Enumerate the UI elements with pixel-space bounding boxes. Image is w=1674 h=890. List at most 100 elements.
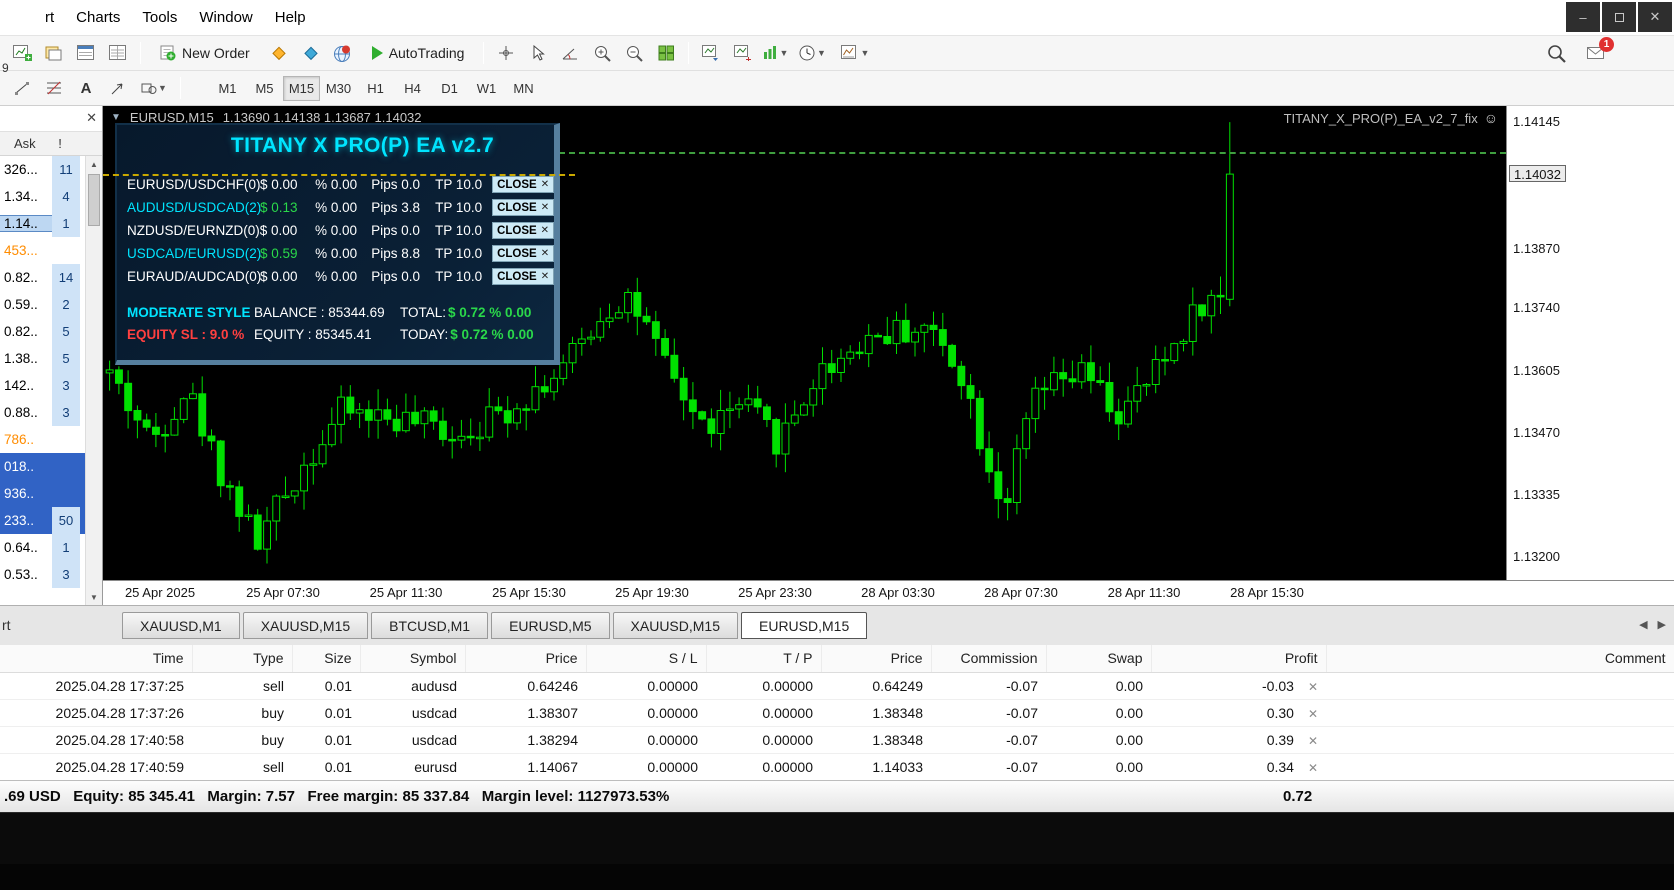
scrollbar-thumb[interactable] (88, 174, 100, 226)
market-watch-icon[interactable] (72, 40, 100, 66)
column-header-commission[interactable]: Commission (931, 645, 1046, 672)
market-watch-row[interactable]: 453... (0, 237, 85, 264)
column-header-swap[interactable]: Swap (1046, 645, 1151, 672)
indicators-dropdown-icon[interactable]: ▼ (761, 40, 789, 66)
market-watch-row[interactable]: 0.82..14 (0, 264, 85, 291)
close-button[interactable]: ✕ (1638, 2, 1672, 32)
trade-row[interactable]: 2025.04.28 17:40:58buy0.01usdcad1.382940… (0, 726, 1674, 753)
close-trade-button[interactable]: CLOSE✕ (492, 222, 554, 239)
column-header-profit[interactable]: Profit (1151, 645, 1326, 672)
market-watch-row[interactable]: 0.53..3 (0, 561, 85, 588)
close-trade-button[interactable]: CLOSE✕ (492, 199, 554, 216)
menu-window[interactable]: Window (188, 1, 263, 34)
column-header-ask[interactable]: Ask (0, 136, 48, 151)
close-trade-button[interactable]: CLOSE✕ (492, 245, 554, 262)
market-watch-row[interactable]: 936.. (0, 480, 85, 507)
close-order-icon[interactable]: ✕ (1308, 734, 1318, 748)
chart-tab-btcusd-m1[interactable]: BTCUSD,M1 (371, 612, 488, 639)
market-watch-scrollbar[interactable]: ▲ ▼ (85, 156, 102, 605)
chart-tab-eurusd-m5[interactable]: EURUSD,M5 (491, 612, 609, 639)
panel-close-icon[interactable]: ✕ (86, 110, 97, 126)
chart-tab-xauusd-m1[interactable]: XAUUSD,M1 (122, 612, 240, 639)
market-watch-row[interactable]: 233..50 (0, 507, 85, 534)
timeframe-m1[interactable]: M1 (209, 76, 246, 101)
market-watch-row[interactable]: 1.38..5 (0, 345, 85, 372)
close-order-icon[interactable]: ✕ (1308, 707, 1318, 721)
menu-fragment[interactable]: rt (34, 1, 65, 34)
templates-dropdown-icon[interactable]: ▼ (835, 40, 875, 66)
arrow-tool-icon[interactable] (104, 75, 132, 101)
column-header-sl[interactable]: S / L (586, 645, 706, 672)
column-header-type[interactable]: Type (192, 645, 292, 672)
trade-row[interactable]: 2025.04.28 17:40:59sell0.01eurusd1.14067… (0, 753, 1674, 780)
profiles-icon[interactable] (40, 40, 68, 66)
globe-icon[interactable] (329, 40, 357, 66)
tab-scroll-right-icon[interactable]: ▶ (1658, 618, 1666, 631)
menu-charts[interactable]: Charts (65, 1, 131, 34)
timeframe-d1[interactable]: D1 (431, 76, 468, 101)
menu-tools[interactable]: Tools (131, 1, 188, 34)
crosshair-icon[interactable] (492, 40, 520, 66)
zoom-in-icon[interactable] (588, 40, 616, 66)
market-watch-row[interactable]: 326...11 (0, 156, 85, 183)
timeframe-m30[interactable]: M30 (320, 76, 357, 101)
market-watch-row[interactable]: 018.. (0, 453, 85, 480)
timeframe-m5[interactable]: M5 (246, 76, 283, 101)
timeframe-mn[interactable]: MN (505, 76, 542, 101)
timeframe-w1[interactable]: W1 (468, 76, 505, 101)
column-header-tp[interactable]: T / P (706, 645, 821, 672)
column-header-symbol[interactable]: Symbol (360, 645, 465, 672)
market-watch-row[interactable]: 0.59..2 (0, 291, 85, 318)
market-watch-row[interactable]: 0.82..5 (0, 318, 85, 345)
chart-tab-eurusd-m15[interactable]: EURUSD,M15 (741, 612, 867, 639)
column-header-open-price[interactable]: Price (465, 645, 586, 672)
column-header-comment[interactable]: Comment (1326, 645, 1674, 672)
close-trade-button[interactable]: CLOSE✕ (492, 268, 554, 285)
notifications-icon[interactable]: 1 (1582, 40, 1610, 66)
scroll-up-icon[interactable]: ▲ (86, 156, 102, 172)
market-watch-row[interactable]: 1.34..4 (0, 183, 85, 210)
tile-windows-icon[interactable] (652, 40, 680, 66)
column-header-size[interactable]: Size (292, 645, 360, 672)
collapse-icon[interactable]: ▼ (111, 112, 121, 123)
auto-scroll-icon[interactable] (697, 40, 725, 66)
menu-help[interactable]: Help (264, 1, 317, 34)
time-axis[interactable]: 25 Apr 202525 Apr 07:3025 Apr 11:3025 Ap… (103, 580, 1674, 605)
fibonacci-icon[interactable] (40, 75, 68, 101)
close-trade-button[interactable]: CLOSE✕ (492, 176, 554, 193)
trade-row[interactable]: 2025.04.28 17:37:26buy0.01usdcad1.383070… (0, 699, 1674, 726)
restore-button[interactable] (1602, 2, 1636, 32)
price-scale[interactable]: 1.141451.140321.138701.137401.136051.134… (1506, 106, 1674, 580)
trendline-icon[interactable] (8, 75, 36, 101)
timeframe-h4[interactable]: H4 (394, 76, 431, 101)
column-header-alert[interactable]: ! (48, 136, 72, 151)
autotrading-button[interactable]: AutoTrading (362, 42, 475, 64)
expert-advisors-icon[interactable] (265, 40, 293, 66)
chart-tab-xauusd-m15[interactable]: XAUUSD,M15 (243, 612, 368, 639)
tab-scroll-left-icon[interactable]: ◀ (1639, 618, 1647, 631)
market-watch-row[interactable]: 0.88..3 (0, 399, 85, 426)
market-watch-row[interactable]: 1.14..1 (0, 210, 85, 237)
close-order-icon[interactable]: ✕ (1308, 761, 1318, 775)
zoom-out-icon[interactable] (620, 40, 648, 66)
data-window-icon[interactable] (104, 40, 132, 66)
market-watch-row[interactable]: 786.. (0, 426, 85, 453)
shapes-dropdown-icon[interactable]: ▼ (136, 75, 172, 101)
ea-active-smiley-icon[interactable]: ☺ (1484, 110, 1498, 126)
market-watch-row[interactable]: 0.64..1 (0, 534, 85, 561)
scroll-down-icon[interactable]: ▼ (86, 589, 102, 605)
cursor-icon[interactable] (524, 40, 552, 66)
chart-shift-icon[interactable] (729, 40, 757, 66)
new-order-button[interactable]: New Order (150, 42, 260, 64)
angle-icon[interactable] (556, 40, 584, 66)
column-header-time[interactable]: Time (0, 645, 192, 672)
trade-row[interactable]: 2025.04.28 17:37:25sell0.01audusd0.64246… (0, 672, 1674, 699)
minimize-button[interactable]: – (1566, 2, 1600, 32)
scripts-icon[interactable] (297, 40, 325, 66)
timeframe-m15[interactable]: M15 (283, 76, 320, 101)
market-watch-row[interactable]: 142..3 (0, 372, 85, 399)
new-chart-icon[interactable] (8, 40, 36, 66)
close-order-icon[interactable]: ✕ (1308, 680, 1318, 694)
clipped-tab-fragment[interactable]: rt (2, 617, 11, 633)
chart-tab-xauusd-m15[interactable]: XAUUSD,M15 (613, 612, 738, 639)
